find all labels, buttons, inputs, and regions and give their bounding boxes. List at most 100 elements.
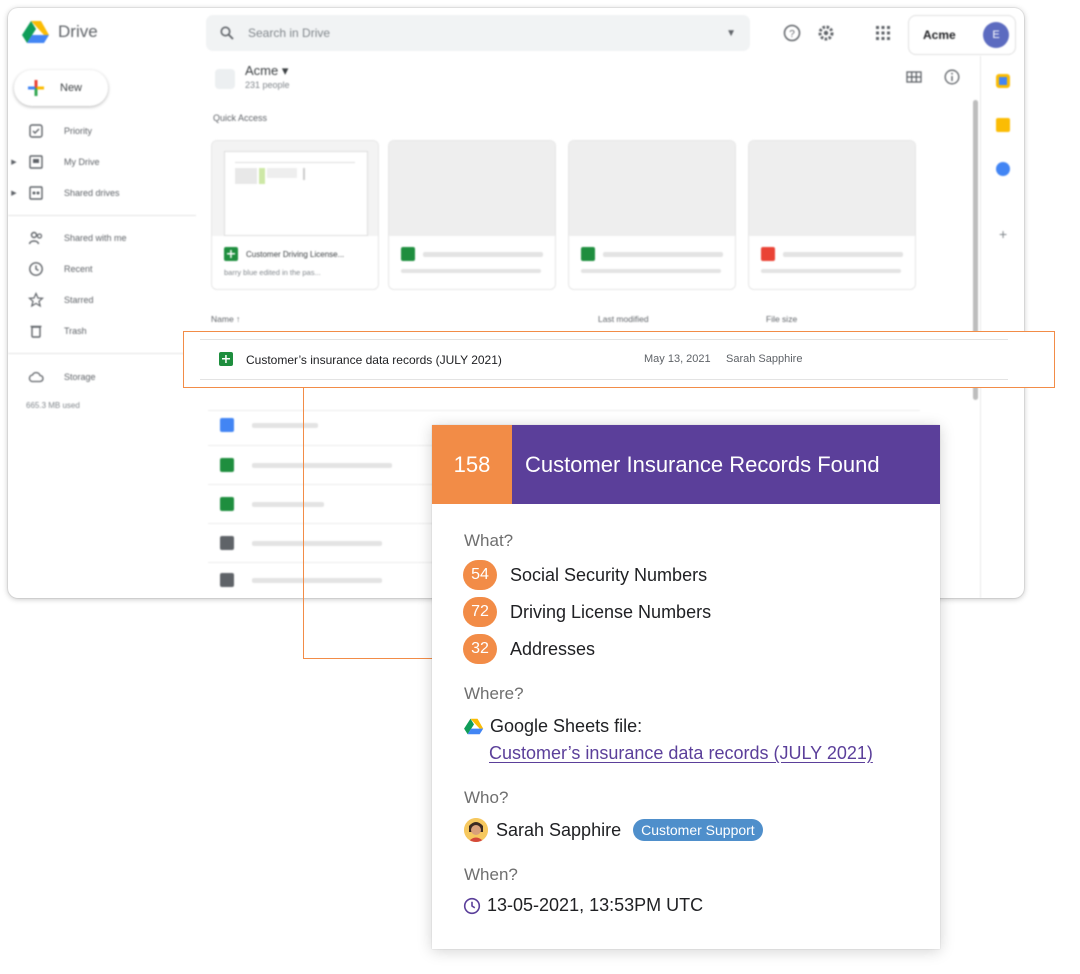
sidebar-divider xyxy=(8,353,196,354)
search-icon xyxy=(220,26,234,40)
column-header-file-size[interactable]: File size xyxy=(766,314,797,324)
plus-icon xyxy=(28,80,44,96)
my-drive-icon xyxy=(29,155,43,169)
account-name: Acme xyxy=(923,28,956,42)
quick-access-card[interactable] xyxy=(568,140,736,290)
info-icon[interactable] xyxy=(944,69,960,85)
user-avatar xyxy=(464,818,488,842)
shared-drives-icon xyxy=(29,186,43,200)
expand-arrow-icon[interactable]: ▶ xyxy=(8,189,20,197)
where-heading: Where? xyxy=(464,684,524,703)
people-icon xyxy=(28,231,43,245)
finding-item: 72 Driving License Numbers xyxy=(463,597,711,627)
highlighted-file-row[interactable]: Customer’s insurance data records (JULY … xyxy=(183,331,1055,388)
column-header-last-modified[interactable]: Last modified xyxy=(598,314,649,324)
user-avatar[interactable]: E xyxy=(983,22,1009,48)
where-type-label: Google Sheets file: xyxy=(490,716,643,736)
finding-count: 54 xyxy=(463,560,497,590)
sidebar-item-my-drive[interactable]: ▶ My Drive xyxy=(8,150,198,174)
new-button[interactable]: New xyxy=(14,70,108,106)
finding-count: 72 xyxy=(463,597,497,627)
file-thumbnail xyxy=(749,141,915,236)
finding-label: Driving License Numbers xyxy=(510,601,712,622)
sheets-icon xyxy=(581,247,595,261)
sheets-icon xyxy=(224,247,238,261)
sidebar-item-label: Recent xyxy=(64,264,93,274)
search-bar[interactable]: Search in Drive ▼ xyxy=(206,15,750,51)
who-heading: Who? xyxy=(464,788,509,807)
connector-line xyxy=(303,388,433,659)
sheets-icon xyxy=(220,458,234,472)
sidebar-item-label: Trash xyxy=(64,326,87,336)
sidebar-item-trash[interactable]: Trash xyxy=(8,319,198,343)
sidebar-item-recent[interactable]: Recent xyxy=(8,257,198,281)
trash-icon xyxy=(30,325,42,338)
user-name: Sarah Sapphire xyxy=(496,819,622,840)
quick-access-card[interactable] xyxy=(388,140,556,290)
findings-card: 158 Customer Insurance Records Found Wha… xyxy=(432,425,940,949)
sidebar-item-shared-drives[interactable]: ▶ Shared drives xyxy=(8,181,198,205)
file-last-modified: May 13, 2021 xyxy=(644,353,711,365)
where-type: Google Sheets file: xyxy=(464,716,642,737)
help-icon[interactable]: ? xyxy=(783,24,801,42)
account-switcher[interactable]: Acme E xyxy=(908,15,1016,55)
google-drive-logo-icon xyxy=(22,21,49,43)
star-icon xyxy=(28,292,44,308)
file-name[interactable]: Customer’s insurance data records (JULY … xyxy=(246,353,502,367)
new-button-label: New xyxy=(60,82,83,94)
quick-access-subtitle: barry blue edited in the pas... xyxy=(224,268,321,277)
apps-grid-icon[interactable] xyxy=(874,24,892,42)
file-thumbnail xyxy=(569,141,735,236)
sidebar-item-label: Storage xyxy=(64,372,96,382)
file-thumbnail xyxy=(389,141,555,236)
grid-view-icon[interactable] xyxy=(906,71,922,83)
finding-count: 32 xyxy=(463,634,497,664)
add-addon-icon[interactable]: + xyxy=(999,226,1007,242)
app-name: Drive xyxy=(58,22,98,41)
keep-icon[interactable] xyxy=(996,118,1010,132)
expand-arrow-icon[interactable]: ▶ xyxy=(8,158,20,166)
when-row: 13-05-2021, 13:53PM UTC xyxy=(463,895,703,916)
sidebar-item-label: Starred xyxy=(64,295,94,305)
sidebar-item-shared-with-me[interactable]: Shared with me xyxy=(8,226,198,250)
sidebar-item-starred[interactable]: Starred xyxy=(8,288,198,312)
folder-title[interactable]: Acme ▾ xyxy=(245,63,288,79)
sidebar-item-label: Priority xyxy=(64,126,93,136)
quick-access-label: Quick Access xyxy=(213,113,268,123)
sidebar-divider xyxy=(8,215,196,216)
tasks-icon[interactable] xyxy=(996,162,1010,176)
settings-gear-icon[interactable] xyxy=(817,24,835,42)
docs-icon xyxy=(220,418,234,432)
finding-label: Social Security Numbers xyxy=(510,564,708,585)
sidebar-item-label: My Drive xyxy=(64,157,100,167)
finding-item: 54 Social Security Numbers xyxy=(463,560,707,590)
clock-icon xyxy=(463,897,481,914)
who-row: Sarah Sapphire Customer Support xyxy=(464,818,763,842)
sidebar-item-label: Shared drives xyxy=(64,188,120,198)
sheets-icon xyxy=(220,497,234,511)
what-heading: What? xyxy=(464,531,514,550)
finding-item: 32 Addresses xyxy=(463,634,595,664)
sidebar-item-storage[interactable]: Storage xyxy=(8,365,198,389)
search-input[interactable]: Search in Drive xyxy=(248,26,726,40)
file-owner: Sarah Sapphire xyxy=(726,353,803,365)
storage-used-text: 665.3 MB used xyxy=(26,401,80,410)
priority-icon xyxy=(29,124,43,138)
team-badge: Customer Support xyxy=(633,819,763,841)
finding-label: Addresses xyxy=(510,638,596,659)
drive-logo[interactable]: Drive xyxy=(22,20,98,44)
calendar-icon[interactable] xyxy=(996,74,1010,88)
quick-access-card[interactable]: Customer Driving License... barry blue e… xyxy=(211,140,379,290)
pdf-icon xyxy=(761,247,775,261)
file-link[interactable]: Customer’s insurance data records (JULY … xyxy=(489,743,873,764)
when-heading: When? xyxy=(464,865,518,884)
sidebar-item-label: Shared with me xyxy=(64,233,127,243)
svg-text:?: ? xyxy=(789,29,795,40)
sheets-icon xyxy=(401,247,415,261)
quick-access-card[interactable] xyxy=(748,140,916,290)
search-options-icon[interactable]: ▼ xyxy=(726,28,736,39)
folder-icon xyxy=(220,573,234,587)
column-header-name[interactable]: Name ↑ xyxy=(211,314,240,324)
sidebar-item-priority[interactable]: Priority xyxy=(8,119,198,143)
card-title: Customer Insurance Records Found xyxy=(512,425,940,504)
